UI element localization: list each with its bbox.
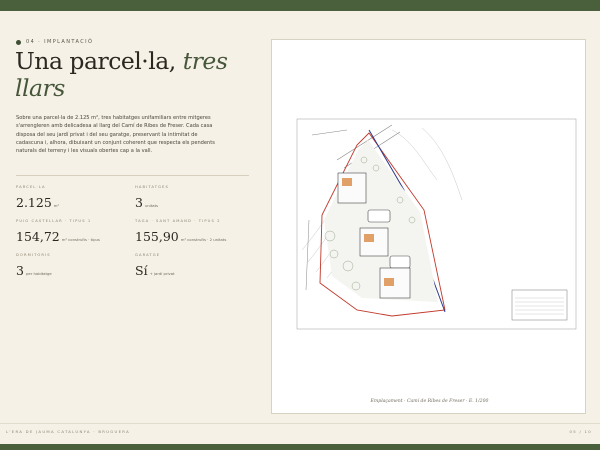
stat-unit: m² construïts · tipus xyxy=(61,237,100,242)
page-title: Una parcel·la, tres llars xyxy=(15,48,245,102)
bottom-band xyxy=(0,444,600,450)
title-roman: Una parcel·la, xyxy=(15,47,176,75)
stat-label: DORMITORIS xyxy=(16,253,51,257)
top-band xyxy=(0,0,600,11)
bullet-dot-icon xyxy=(16,39,21,45)
stat-unit: m² construïts · 2 unitats xyxy=(180,237,227,242)
stat-value: 3 xyxy=(16,263,24,278)
title-block xyxy=(511,289,568,321)
site-plan-drawing xyxy=(296,118,577,330)
stat-value: 154,72 xyxy=(16,229,60,244)
title-italic-2: llars xyxy=(15,74,65,102)
stat-type-2: TAGA · SANT AMAND · TIPUS 2 155,90 m² con… xyxy=(135,219,226,245)
garage-1 xyxy=(367,209,391,223)
site-plan-card: Emplaçament · Camí de Ribes de Freser · … xyxy=(271,39,586,414)
stat-unit: + jardí privat xyxy=(149,271,175,276)
plan-caption: Emplaçament · Camí de Ribes de Freser · … xyxy=(370,399,489,404)
stat-unit: per habitatge xyxy=(25,271,52,276)
garage-2 xyxy=(389,255,411,269)
house-1 xyxy=(337,172,367,204)
intro-paragraph: Sobre una parcel·la de 2.125 m², tres ha… xyxy=(16,115,215,155)
section-tag: 04 · IMPLANTACIÓ xyxy=(16,39,93,45)
stat-type-1: PUIG CASTELLAR · TIPUS 1 154,72 m² constr… xyxy=(16,219,100,245)
stat-parcel: PARCEL·LA 2.125 m² xyxy=(16,185,59,211)
stat-label: HABITATGES xyxy=(135,185,169,189)
stat-homes: HABITATGES 3 unitats xyxy=(135,185,169,211)
stat-value: 3 xyxy=(135,195,143,210)
stat-label: TAGA · SANT AMAND · TIPUS 2 xyxy=(135,219,221,223)
stat-value: 2.125 xyxy=(16,195,52,210)
stat-unit: m² xyxy=(53,203,60,208)
stat-label: PUIG CASTELLAR · TIPUS 1 xyxy=(16,219,92,223)
stat-garage: GARATGE Sí + jardí privat xyxy=(135,253,175,279)
stat-bedrooms: DORMITORIS 3 per habitatge xyxy=(16,253,52,279)
stat-unit: unitats xyxy=(144,203,159,208)
title-italic: tres xyxy=(182,47,228,75)
house-1-terrace xyxy=(342,178,352,186)
house-3-terrace xyxy=(384,278,394,286)
stat-value: 155,90 xyxy=(135,229,179,244)
house-2-terrace xyxy=(364,234,374,242)
stat-value: Sí xyxy=(135,263,148,278)
footer-divider xyxy=(0,423,600,424)
stat-label: GARATGE xyxy=(135,253,161,257)
divider xyxy=(16,175,249,176)
stat-label: PARCEL·LA xyxy=(16,185,46,189)
section-tag-label: 04 · IMPLANTACIÓ xyxy=(26,39,94,45)
page-number: 05 / 10 xyxy=(569,429,592,434)
footer-title: L'ERA DE JAUMA CATALUNYA · BRUGUERA xyxy=(6,429,130,434)
